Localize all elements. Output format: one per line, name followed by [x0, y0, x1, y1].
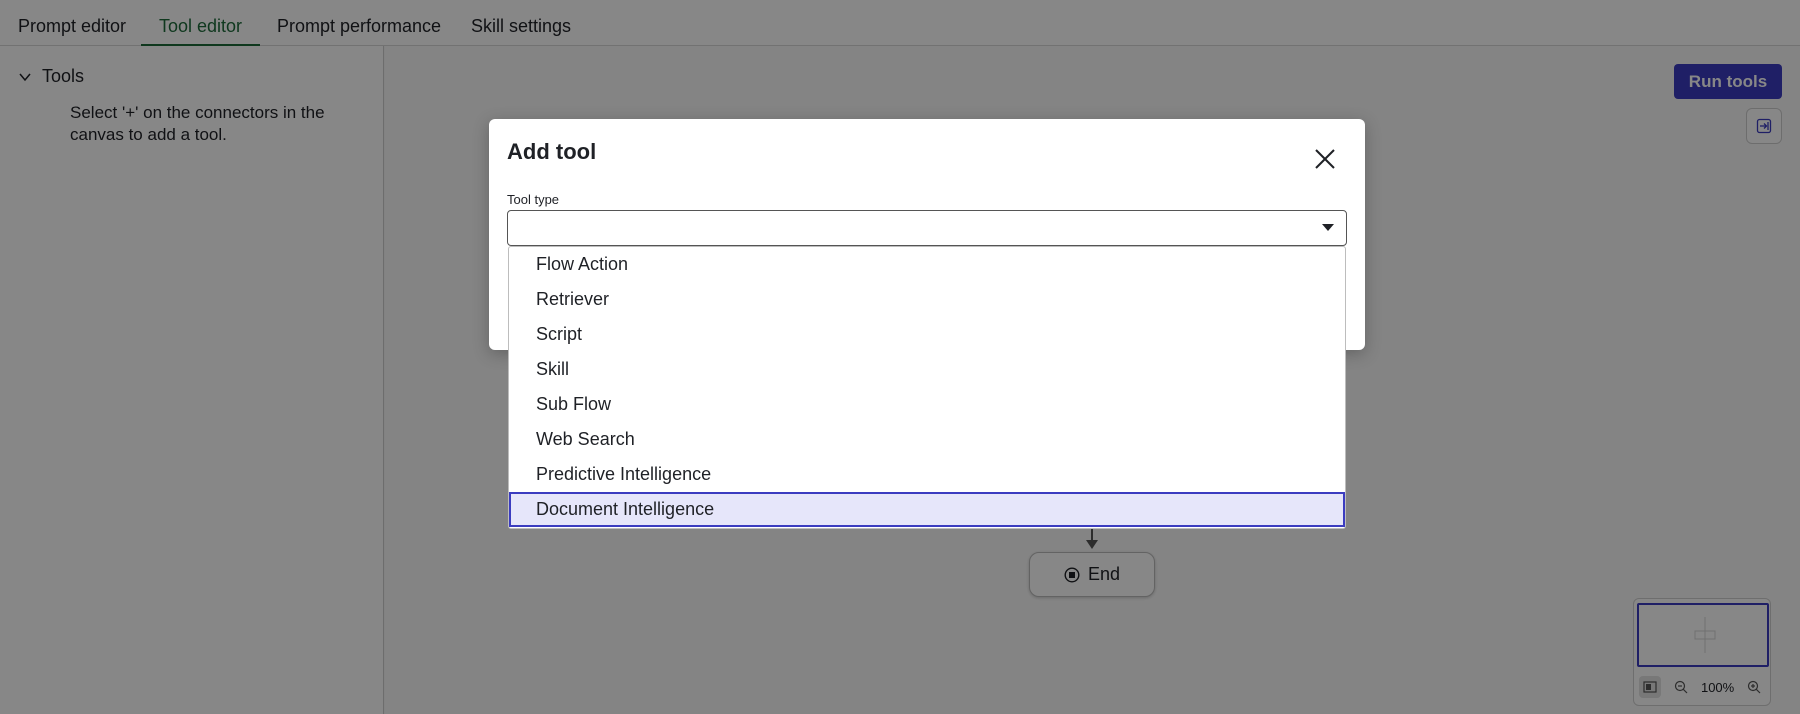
option-retriever[interactable]: Retriever	[509, 282, 1345, 317]
option-flow-action[interactable]: Flow Action	[509, 247, 1345, 282]
option-web-search[interactable]: Web Search	[509, 422, 1345, 457]
option-skill[interactable]: Skill	[509, 352, 1345, 387]
caret-down-icon	[1322, 224, 1334, 231]
option-predictive-intelligence[interactable]: Predictive Intelligence	[509, 457, 1345, 492]
tool-type-dropdown: Flow Action Retriever Script Skill Sub F…	[508, 246, 1346, 529]
tool-type-label: Tool type	[507, 192, 560, 207]
dialog-title: Add tool	[507, 139, 597, 164]
close-icon[interactable]	[1312, 146, 1338, 172]
option-sub-flow[interactable]: Sub Flow	[509, 387, 1345, 422]
option-script[interactable]: Script	[509, 317, 1345, 352]
option-document-intelligence[interactable]: Document Intelligence	[509, 492, 1345, 527]
tool-type-select[interactable]	[507, 210, 1347, 246]
